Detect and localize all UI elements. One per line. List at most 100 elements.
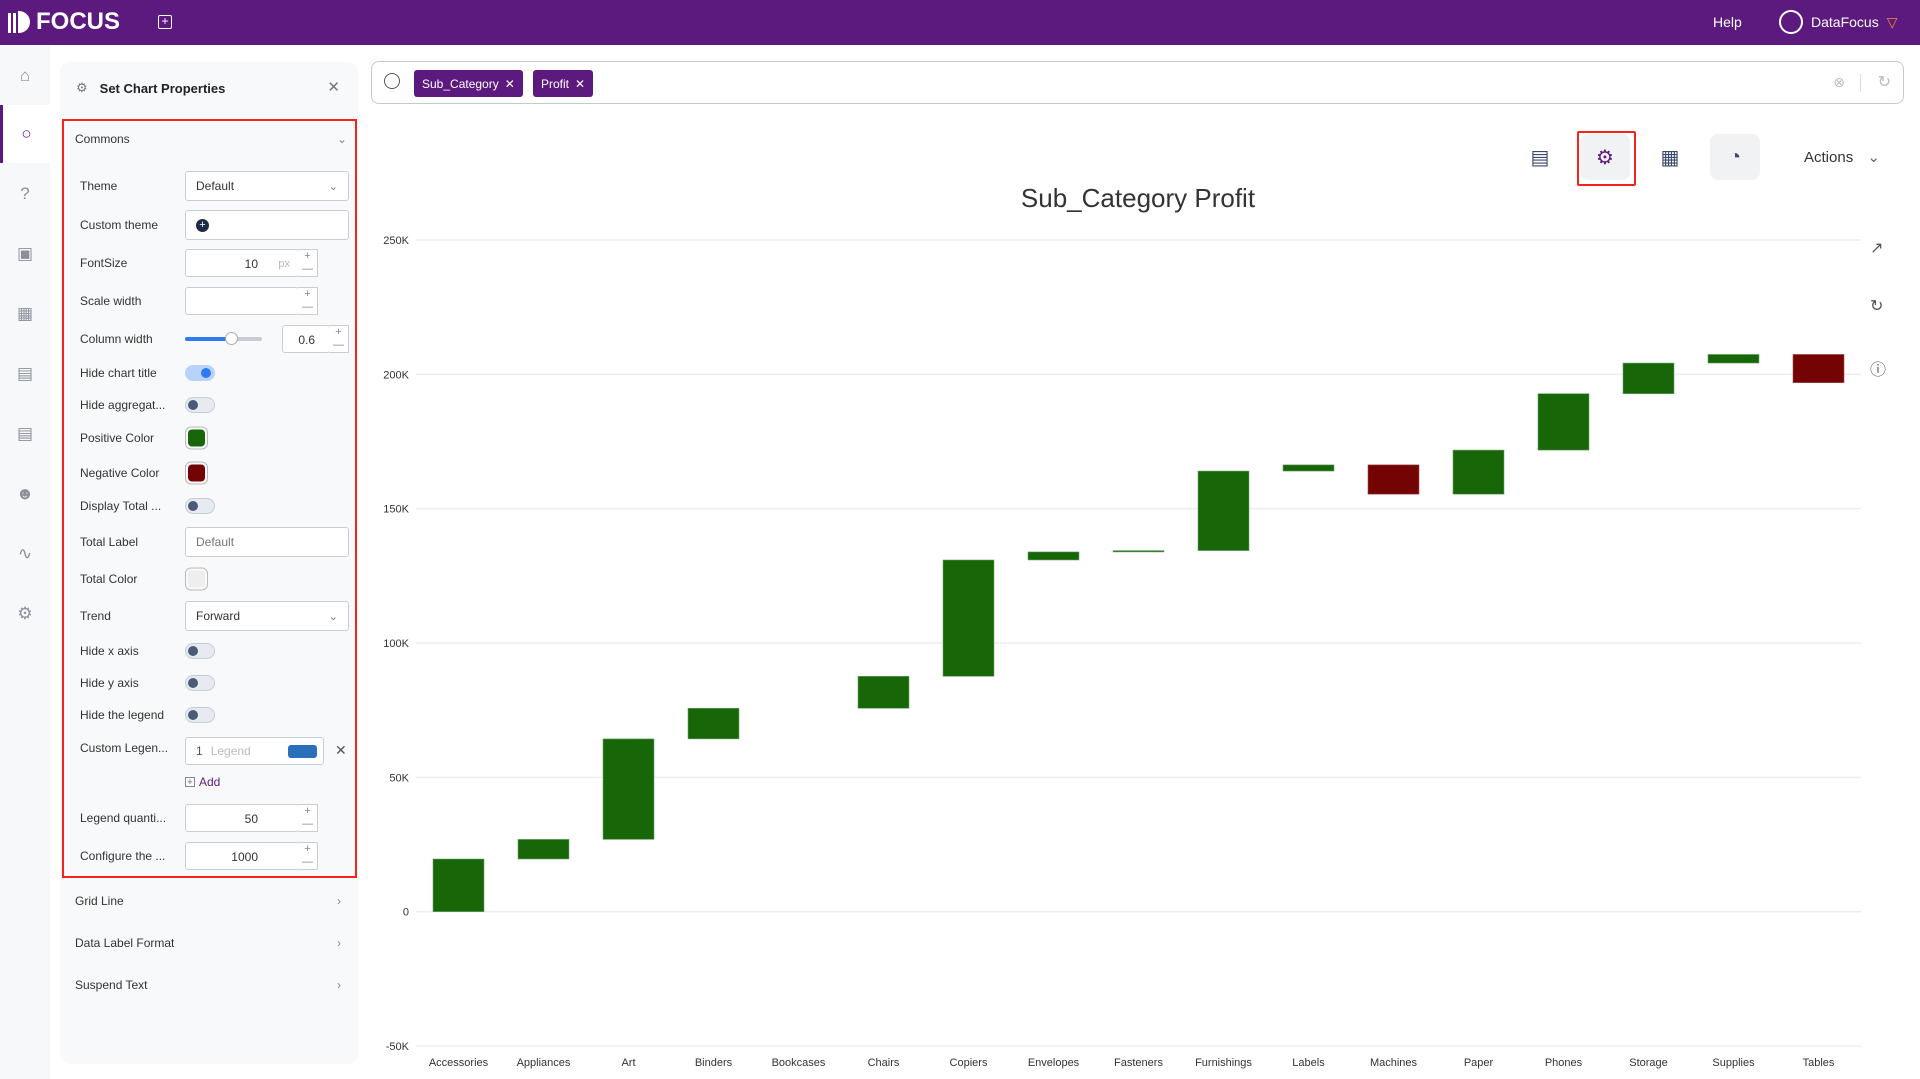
fontsize-input[interactable]: 10 px + — (185, 249, 318, 277)
stepper[interactable]: + — (298, 249, 318, 277)
chevron-down-icon: ⌄ (328, 610, 338, 623)
actions-menu[interactable]: Actions ⌄ (1804, 148, 1880, 166)
section-commons[interactable]: Commons (75, 132, 130, 146)
y-tick-label: 50K (389, 772, 409, 784)
top-bar: FOCUS + Help DataFocus ▽ (0, 0, 1920, 45)
settings-icon[interactable]: ⚙ (0, 585, 50, 643)
chevron-down-icon: ⌄ (328, 180, 338, 193)
bar-storage (1622, 362, 1675, 394)
total-label-input[interactable] (185, 527, 349, 557)
chart-type-icon[interactable]: ◔ (1710, 134, 1760, 180)
add-circle-icon[interactable]: + (196, 218, 209, 232)
bar-envelopes (1027, 551, 1080, 561)
bar-art (602, 738, 655, 840)
theme-label: Theme (80, 179, 118, 193)
x-tick-label: Labels (1292, 1057, 1325, 1069)
pulse-icon[interactable]: ∿ (0, 525, 50, 583)
hide-y-axis-toggle[interactable] (185, 675, 215, 691)
tag-label: Sub_Category (422, 76, 499, 91)
column-width-label: Column width (80, 332, 153, 346)
x-tick-label: Fasteners (1114, 1057, 1163, 1069)
bar-accessories (432, 858, 485, 912)
positive-color-swatch[interactable] (185, 426, 208, 450)
display-total-label: Display Total ... (80, 499, 162, 513)
search-icon[interactable]: ○ (0, 105, 50, 163)
stepper[interactable]: + — (298, 804, 318, 832)
help-circle-icon[interactable]: ⓘ (1870, 356, 1886, 380)
hide-chart-title-toggle[interactable] (185, 365, 215, 381)
folder-icon[interactable]: ▤ (0, 345, 50, 403)
remove-tag-icon[interactable]: ✕ (505, 77, 515, 91)
hide-aggregate-toggle[interactable] (185, 397, 215, 413)
x-tick-label: Copiers (950, 1057, 988, 1069)
remove-legend-icon[interactable]: ✕ (335, 742, 347, 759)
total-color-swatch[interactable] (185, 567, 208, 591)
legend-color-swatch[interactable] (288, 745, 317, 758)
stepper[interactable]: + — (298, 842, 318, 870)
stepper[interactable]: + — (298, 287, 318, 315)
hide-legend-toggle[interactable] (185, 707, 215, 723)
presentation-icon[interactable]: ▣ (0, 225, 50, 283)
search-tag[interactable]: Profit ✕ (533, 70, 594, 97)
stepper[interactable]: + — (329, 325, 349, 353)
hide-x-axis-toggle[interactable] (185, 643, 215, 659)
legend-index: 1 (196, 744, 203, 758)
section-suspend-text[interactable]: Suspend Text (75, 978, 148, 992)
bar-labels (1282, 464, 1335, 472)
search-icon (384, 73, 400, 89)
section-data-label-format[interactable]: Data Label Format (75, 936, 174, 950)
search-tag[interactable]: Sub_Category ✕ (414, 70, 523, 97)
logo[interactable]: FOCUS (8, 8, 120, 36)
hide-x-axis-label: Hide x axis (80, 644, 139, 658)
x-tick-label: Supplies (1712, 1057, 1755, 1069)
home-icon[interactable]: ⌂ (0, 47, 50, 105)
bar-furnishings (1197, 470, 1250, 551)
user-menu[interactable]: DataFocus ▽ (1779, 10, 1897, 34)
custom-legend-label: Custom Legen... (80, 741, 169, 755)
question-icon[interactable]: ? (0, 165, 50, 223)
remove-tag-icon[interactable]: ✕ (575, 77, 585, 91)
legend-quantity-label: Legend quanti... (80, 811, 167, 825)
x-tick-label: Appliances (517, 1057, 571, 1069)
custom-legend-field[interactable]: 1 Legend (185, 737, 324, 765)
scale-width-input[interactable]: + — (185, 287, 318, 315)
close-icon[interactable]: ✕ (327, 78, 340, 96)
clipboard-icon[interactable]: ▤ (0, 405, 50, 463)
column-width-slider[interactable] (185, 332, 262, 345)
vip-gem-icon: ▽ (1886, 13, 1898, 30)
search-bar[interactable]: Sub_Category ✕ Profit ✕ ⊗ ↻ (371, 61, 1904, 104)
display-total-toggle[interactable] (185, 498, 215, 514)
section-grid-line[interactable]: Grid Line (75, 894, 124, 908)
y-tick-label: 250K (383, 235, 409, 247)
receipt-icon[interactable]: ▤ (1515, 134, 1565, 180)
reload-icon[interactable]: ↻ (1870, 296, 1883, 316)
user-icon[interactable]: ☻ (0, 465, 50, 523)
new-tab-icon[interactable]: + (158, 15, 172, 29)
negative-color-swatch[interactable] (185, 461, 208, 485)
avatar-icon (1779, 10, 1803, 34)
refresh-icon[interactable]: ↻ (1878, 72, 1891, 92)
trend-select[interactable]: Forward ⌄ (185, 601, 349, 631)
configure-input[interactable]: 1000 + — (185, 842, 318, 870)
table-view-icon[interactable]: ▦ (1645, 134, 1695, 180)
column-width-input[interactable]: 0.6 + — (282, 325, 349, 353)
help-link[interactable]: Help (1713, 14, 1742, 30)
add-legend-button[interactable]: + Add (185, 775, 220, 789)
x-tick-label: Bookcases (772, 1057, 826, 1069)
hide-aggregate-label: Hide aggregat... (80, 398, 166, 412)
chevron-down-icon[interactable]: ⌄ (337, 132, 347, 146)
chevron-right-icon[interactable]: › (337, 936, 341, 950)
custom-theme-field[interactable]: + (185, 210, 349, 240)
chevron-right-icon[interactable]: › (337, 894, 341, 908)
theme-select[interactable]: Default ⌄ (185, 171, 349, 201)
bar-phones (1537, 393, 1590, 451)
fontsize-label: FontSize (80, 256, 128, 270)
clear-icon[interactable]: ⊗ (1833, 74, 1845, 91)
chevron-right-icon[interactable]: › (337, 978, 341, 992)
trend-value: Forward (196, 609, 241, 623)
trend-line-icon[interactable]: ↗ (1870, 238, 1883, 258)
legend-quantity-input[interactable]: 50 + — (185, 804, 318, 832)
legend-name-input[interactable]: Legend (211, 744, 251, 758)
table-icon[interactable]: ▦ (0, 285, 50, 343)
chevron-down-icon: ⌄ (1867, 149, 1880, 166)
